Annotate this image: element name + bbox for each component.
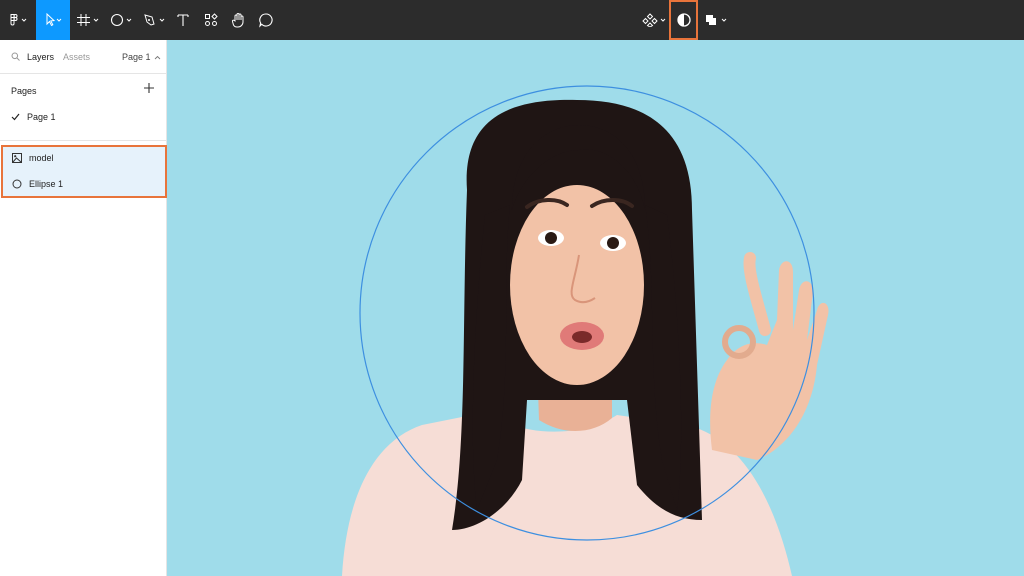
model-photo[interactable] [167,40,1024,576]
text-t-icon [177,14,189,26]
layers-panel: Layers Assets Page 1 Pages Page 1 model [0,40,167,576]
resources-grid-icon [205,13,218,26]
layer-item-model[interactable]: model [12,153,54,163]
hand-shape [710,261,829,460]
page-item-label: Page 1 [27,112,56,122]
checkmark-icon [11,113,20,121]
index-finger [743,252,771,336]
left-pupil [545,232,557,244]
frame-tool-button[interactable] [74,0,104,40]
move-tool-button[interactable] [36,0,70,40]
image-icon [12,153,22,163]
component-button[interactable] [641,0,669,40]
boolean-groups-button[interactable] [703,0,731,40]
mouth-inner [572,331,592,343]
search-icon[interactable] [11,52,20,61]
top-toolbar [0,0,1024,40]
design-canvas[interactable] [167,40,1024,576]
tab-assets[interactable]: Assets [63,52,90,62]
comment-tool-button[interactable] [256,0,276,40]
chevron-up-icon [154,55,161,60]
pen-nib-icon [144,14,165,26]
use-as-mask-button[interactable] [669,0,698,40]
layer-label: model [29,153,54,163]
comment-bubble-icon [259,13,273,28]
page-item[interactable]: Page 1 [11,112,56,122]
text-tool-button[interactable] [174,0,192,40]
pages-heading: Pages [11,86,37,96]
mask-contrast-icon [676,13,691,27]
divider [0,140,166,141]
pen-tool-button[interactable] [141,0,169,40]
page-selector[interactable]: Page 1 [122,52,161,62]
hand-tool-button[interactable] [229,0,249,40]
frame-hash-icon [77,14,99,26]
resources-button[interactable] [202,0,220,40]
tab-layers[interactable]: Layers [27,52,54,62]
cursor-icon [46,13,62,27]
add-page-icon[interactable] [143,82,155,94]
hand-icon [231,13,244,28]
panel-tabs: Layers Assets Page 1 [0,40,166,74]
selected-layers-group: model Ellipse 1 [1,145,167,198]
main-menu-button[interactable] [4,0,34,40]
layer-label: Ellipse 1 [29,179,64,189]
face-shape [510,185,644,385]
figma-logo-icon [10,14,27,26]
shape-tool-button[interactable] [108,0,136,40]
layer-item-ellipse[interactable]: Ellipse 1 [12,179,63,189]
ellipse-icon [12,179,22,189]
page-selector-label: Page 1 [122,52,151,62]
ellipse-icon [110,13,132,27]
component-diamond-icon [642,13,666,27]
right-pupil [607,237,619,249]
boolean-union-icon [706,15,727,25]
